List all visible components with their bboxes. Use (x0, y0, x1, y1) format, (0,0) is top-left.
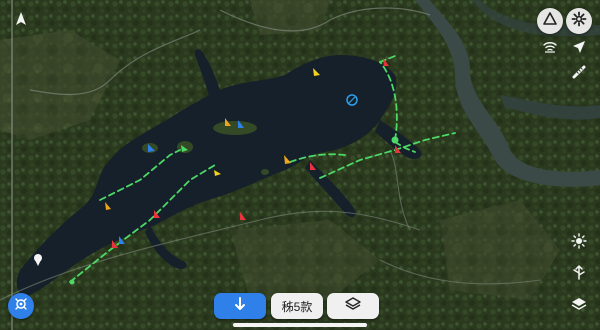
gear-icon (571, 11, 587, 32)
island (261, 169, 269, 175)
wifi-button[interactable] (538, 37, 562, 61)
gps-satellite-icon (13, 296, 29, 317)
my-location-button[interactable] (567, 37, 591, 61)
triangle-warning-icon (542, 11, 558, 32)
route-button[interactable] (566, 261, 592, 287)
compass-arrow-icon (13, 11, 29, 32)
bottom-center-label: 秭5款 (281, 299, 313, 314)
settings-button[interactable] (566, 8, 592, 34)
layers-button-right[interactable] (566, 293, 592, 319)
measure-button[interactable] (567, 62, 591, 86)
gps-button[interactable] (8, 293, 34, 319)
location-arrow-icon (571, 39, 587, 60)
route-node[interactable] (69, 279, 75, 285)
route-split-icon (571, 264, 587, 285)
island (213, 121, 257, 135)
layers-button[interactable] (327, 293, 379, 319)
sun-brightness-icon (571, 232, 587, 254)
download-button[interactable] (214, 293, 266, 319)
layers-icon (345, 296, 361, 317)
compass-button[interactable] (8, 8, 34, 34)
wifi-signal-icon (542, 39, 558, 60)
layers-icon (571, 296, 587, 317)
route-node[interactable] (391, 136, 399, 144)
alert-button[interactable] (537, 8, 563, 34)
land-clearing (250, 0, 330, 35)
satellite-map[interactable] (0, 0, 600, 330)
down-arrow-icon (232, 296, 248, 317)
brightness-button[interactable] (566, 230, 592, 256)
ruler-icon (571, 64, 587, 85)
home-indicator (233, 323, 367, 327)
bottom-center-button[interactable]: 秭5款 (271, 293, 323, 319)
